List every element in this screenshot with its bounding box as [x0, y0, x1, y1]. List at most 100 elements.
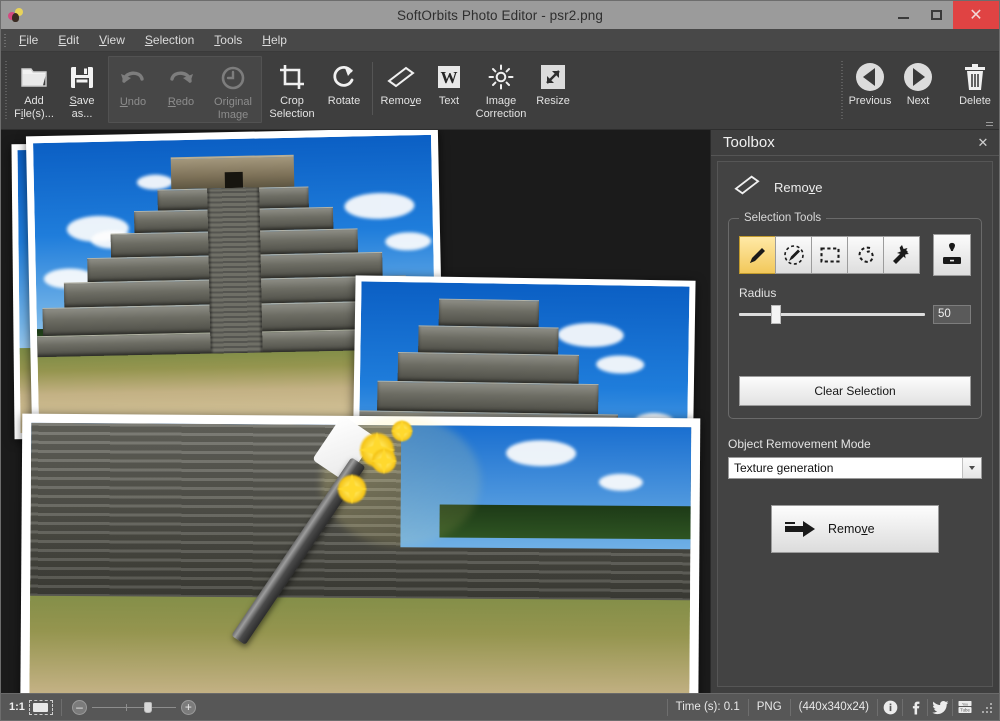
chevron-down-icon[interactable]	[962, 458, 981, 478]
zoom-slider-track[interactable]	[92, 700, 176, 715]
nav-grip[interactable]	[837, 52, 846, 129]
processing-time-label: Time (s): 0.1	[668, 694, 748, 720]
next-label: Next	[907, 95, 930, 107]
object-removement-mode-select[interactable]: Texture generation	[728, 457, 982, 479]
crop-label-1: Crop	[280, 95, 304, 107]
close-button[interactable]: ✕	[953, 1, 999, 29]
add-files-label-2: File(s)...	[14, 108, 54, 120]
sparkle-icon-4	[391, 420, 413, 442]
radius-value-field[interactable]: 50	[933, 305, 971, 324]
twitter-bird-icon[interactable]	[928, 694, 952, 720]
magic-wand-icon	[890, 243, 914, 267]
window-resize-grip[interactable]	[979, 699, 995, 715]
trash-can-icon	[961, 60, 989, 94]
zoom-in-button[interactable]: +	[181, 700, 196, 715]
menu-item-selection[interactable]: Selection	[135, 30, 204, 50]
fit-to-screen-icon[interactable]	[29, 700, 53, 715]
toolbox-close-icon[interactable]: ✕	[975, 135, 991, 151]
svg-text:Tube: Tube	[960, 708, 970, 713]
toolbar-separator	[372, 62, 373, 115]
remove-action-button[interactable]: Remove	[771, 505, 939, 553]
main-toolbar: Add File(s)... Save as... Undo	[1, 52, 999, 130]
close-icon: ✕	[969, 7, 982, 23]
rectangle-select-button[interactable]	[811, 236, 848, 274]
toolbar-group-tools: Remove W Text Image Correction Resize	[377, 52, 577, 129]
minimize-button[interactable]	[887, 1, 920, 29]
delete-button[interactable]: Delete	[951, 58, 999, 118]
resize-label: Resize	[536, 95, 570, 107]
menu-bar: File Edit View Selection Tools Help	[1, 29, 999, 52]
menu-grip	[1, 29, 9, 51]
lasso-select-button[interactable]	[847, 236, 884, 274]
menu-item-help[interactable]: Help	[252, 30, 297, 50]
clear-selection-button[interactable]: Clear Selection	[739, 376, 971, 406]
menu-item-view[interactable]: View	[89, 30, 135, 50]
resize-button[interactable]: Resize	[529, 58, 577, 118]
save-as-label-1: Save	[69, 95, 94, 107]
zoom-slider-thumb[interactable]	[144, 702, 152, 713]
facebook-icon[interactable]	[903, 694, 927, 720]
zoom-out-button[interactable]: –	[72, 700, 87, 715]
redo-arrow-icon	[166, 61, 196, 95]
remove-tool-button[interactable]: Remove	[377, 58, 425, 118]
brush-select-button[interactable]	[739, 236, 776, 274]
remove-tool-label: Remove	[381, 95, 422, 107]
toolbar-grip[interactable]	[1, 52, 10, 129]
sparkle-icon-2	[337, 474, 367, 504]
toolbox-header: Toolbox ✕	[711, 130, 999, 156]
stamp-tool-button[interactable]	[933, 234, 971, 276]
toolbox-panel: Toolbox ✕ Remove Selection Tools	[711, 130, 999, 693]
toolbar-expand-icon[interactable]	[985, 118, 994, 127]
rotate-icon	[330, 60, 358, 94]
add-files-button[interactable]: Add File(s)...	[10, 58, 58, 120]
butterfly-icon	[6, 4, 28, 26]
crop-selection-button[interactable]: Crop Selection	[264, 58, 320, 120]
zoom-ratio-label: 1:1	[1, 701, 25, 713]
youtube-icon[interactable]: YouTube	[953, 694, 977, 720]
radius-row: 50	[739, 304, 971, 324]
redo-button[interactable]: Redo	[157, 59, 205, 119]
delete-label: Delete	[959, 95, 991, 107]
application-window: SoftOrbits Photo Editor - psr2.png ✕ Fil…	[0, 0, 1000, 721]
image-canvas[interactable]	[1, 130, 711, 693]
save-as-button[interactable]: Save as...	[58, 58, 106, 120]
previous-button[interactable]: Previous	[846, 58, 894, 118]
toolbox-content: Remove Selection Tools	[717, 161, 993, 687]
toolbar-group-history: Undo Redo Original Image	[108, 56, 262, 123]
stamp-icon	[940, 242, 964, 268]
image-correction-button[interactable]: Image Correction	[473, 58, 529, 120]
zoom-slider[interactable]: – +	[72, 700, 196, 715]
selection-tools-group: Selection Tools	[728, 212, 982, 419]
previous-label: Previous	[849, 95, 892, 107]
status-bar: 1:1 – + Time (s): 0.1 PNG (440x340x24)	[1, 693, 999, 720]
pencil-eraser-dashed-icon	[782, 243, 806, 267]
radius-slider[interactable]	[739, 304, 925, 324]
active-tool-name: Remove	[774, 180, 822, 195]
next-button[interactable]: Next	[894, 58, 942, 118]
floppy-disk-icon	[69, 60, 95, 94]
radius-label: Radius	[739, 286, 971, 300]
window-title: SoftOrbits Photo Editor - psr2.png	[1, 8, 999, 23]
eraser-icon	[732, 173, 762, 202]
text-tool-button[interactable]: W Text	[425, 58, 473, 118]
file-format-label: PNG	[749, 694, 790, 720]
undo-button[interactable]: Undo	[109, 59, 157, 119]
brightness-sun-icon	[487, 60, 515, 94]
undo-label: Undo	[120, 96, 146, 108]
info-circle-icon[interactable]	[878, 694, 902, 720]
magic-wand-select-button[interactable]	[883, 236, 920, 274]
image-correction-label-1: Image	[486, 95, 517, 107]
eraser-select-button[interactable]	[775, 236, 812, 274]
arrow-right-bold-icon	[772, 518, 828, 540]
radius-slider-thumb[interactable]	[771, 305, 781, 324]
status-bar-right: Time (s): 0.1 PNG (440x340x24) YouTube	[667, 694, 999, 720]
maximize-button[interactable]	[920, 1, 953, 29]
menu-item-edit[interactable]: Edit	[48, 30, 89, 50]
original-image-button[interactable]: Original Image	[205, 59, 261, 121]
object-removement-mode-label: Object Removement Mode	[728, 437, 982, 451]
arrow-right-circle-icon	[902, 60, 934, 94]
menu-item-tools[interactable]: Tools	[204, 30, 252, 50]
crop-label-2: Selection	[269, 108, 314, 120]
menu-item-file[interactable]: File	[9, 30, 48, 50]
rotate-button[interactable]: Rotate	[320, 58, 368, 118]
